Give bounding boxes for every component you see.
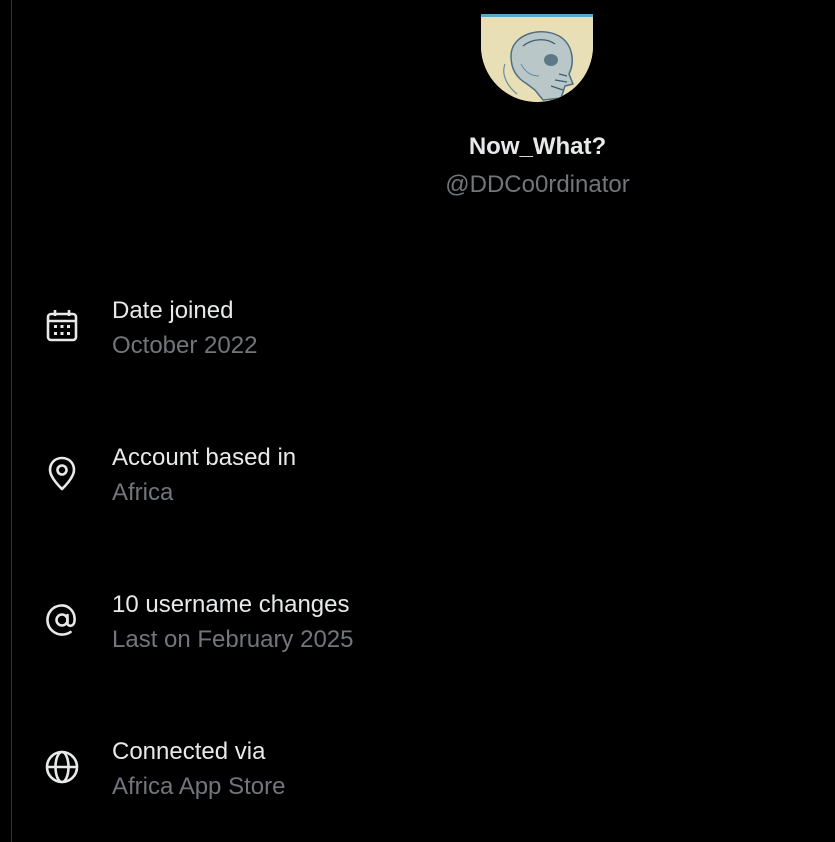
avatar[interactable] [481, 14, 593, 102]
globe-icon [42, 747, 82, 787]
at-sign-icon [42, 600, 82, 640]
location-pin-icon [42, 453, 82, 493]
profile-handle: @DDCo0rdinator [445, 171, 630, 198]
about-item-username-changes: 10 username changes Last on February 202… [0, 590, 835, 670]
about-item-title: Account based in [112, 444, 297, 471]
about-item-date-joined: Date joined October 2022 [0, 296, 835, 376]
skull-sketch-image [481, 14, 593, 102]
profile-display-name: Now_What? [468, 133, 607, 160]
about-item-account-based-in: Account based in Africa [0, 443, 835, 523]
about-item-title: Connected via [112, 738, 266, 765]
about-item-value: Africa [112, 479, 174, 506]
calendar-icon [42, 306, 82, 346]
about-item-value: Africa App Store [112, 773, 286, 800]
about-item-title: 10 username changes [112, 591, 350, 618]
about-item-title: Date joined [112, 297, 234, 324]
about-item-value: Last on February 2025 [112, 626, 354, 653]
about-item-connected-via: Connected via Africa App Store [0, 737, 835, 817]
column-divider [11, 0, 12, 842]
about-item-value: October 2022 [112, 332, 258, 359]
